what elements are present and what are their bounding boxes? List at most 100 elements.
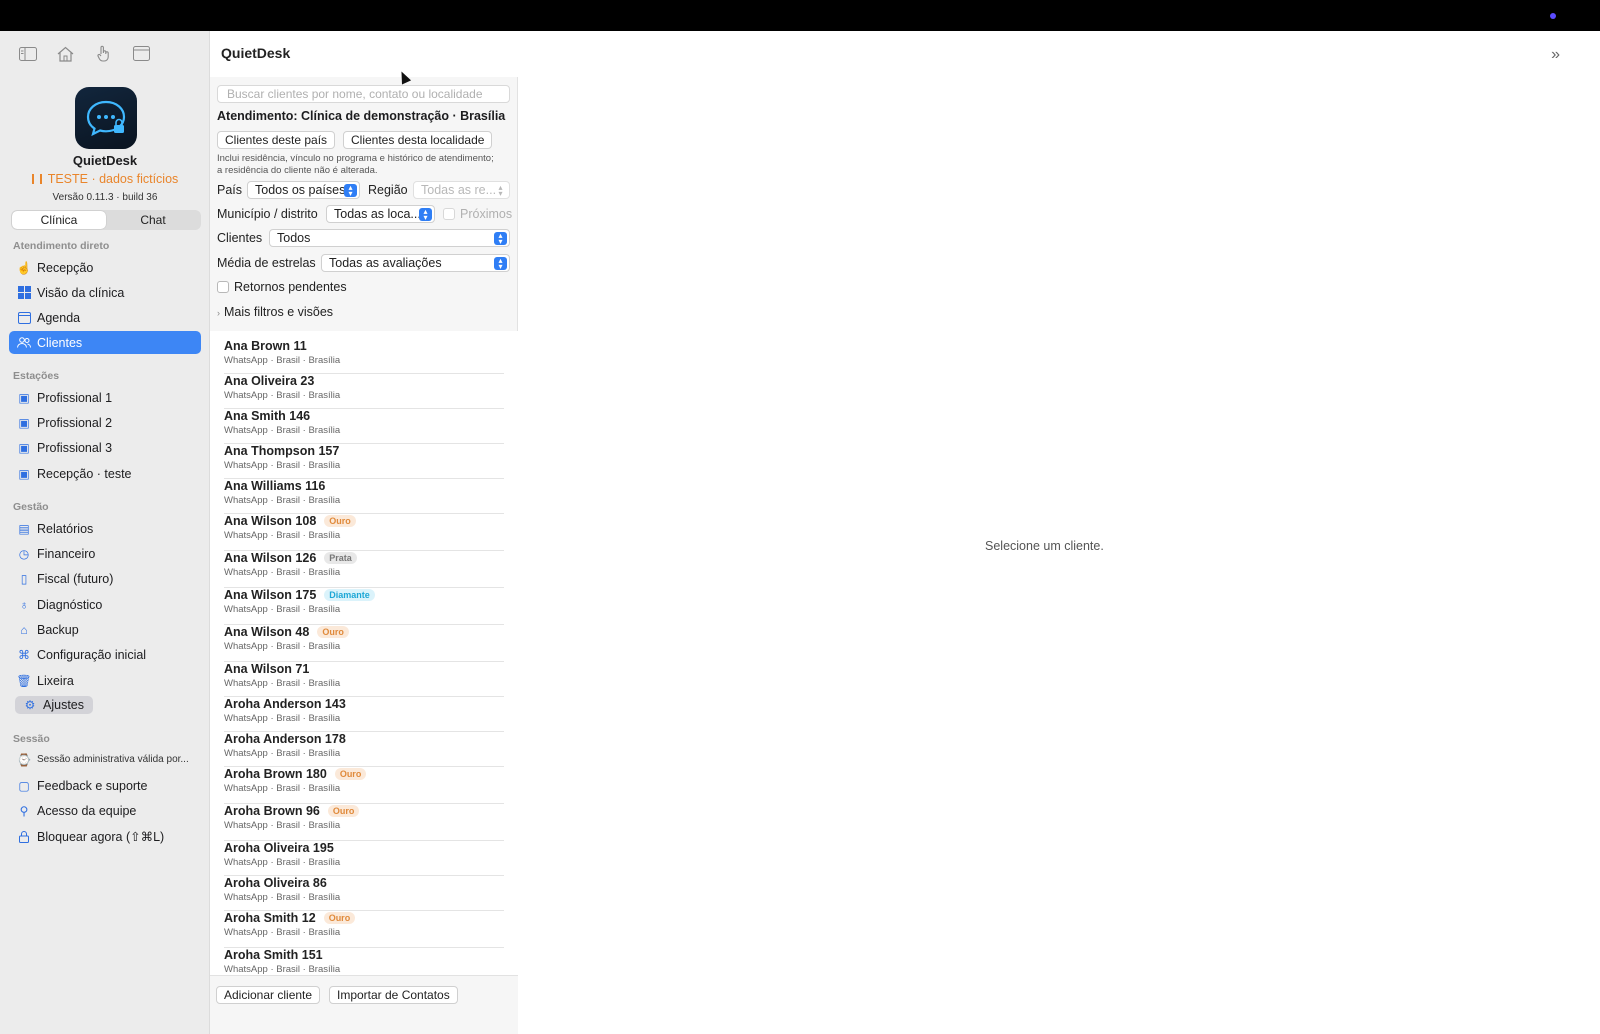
sidebar-item-label: Recepção <box>37 260 94 275</box>
add-client-button[interactable]: Adicionar cliente <box>216 986 321 1004</box>
client-row[interactable]: Ana Brown 11 WhatsApp · Brasil · Brasília <box>224 339 504 374</box>
sidebar-item-profissional-3[interactable]: ▣ Profissional 3 <box>9 436 201 459</box>
client-name-line: Aroha Smith 12 Ouro <box>224 911 504 925</box>
hand-point-icon[interactable] <box>94 45 113 62</box>
stars-select[interactable]: Todas as avaliações ▴ ▾ <box>321 254 510 272</box>
client-name: Ana Thompson 157 <box>224 444 340 458</box>
client-name-line: Aroha Anderson 143 <box>224 697 504 711</box>
sidebar-item-agenda[interactable]: Agenda <box>9 306 201 329</box>
client-row[interactable]: Ana Wilson 71 WhatsApp · Brasil · Brasíli… <box>224 662 504 697</box>
sidebar-item-financeiro[interactable]: ◷ Financeiro <box>9 542 201 565</box>
sidebar-item-ajustes[interactable]: ⚙ Ajustes <box>15 696 93 714</box>
client-row[interactable]: Ana Williams 116 WhatsApp · Brasil · Bras… <box>224 479 504 514</box>
client-name: Aroha Brown 96 <box>224 804 320 818</box>
clients-country-button[interactable]: Clientes deste país <box>217 131 336 149</box>
sidebar-item-relatorios[interactable]: ▤ Relatórios <box>9 517 201 540</box>
client-row[interactable]: Ana Wilson 126 Prata WhatsApp · Brasil · B… <box>224 551 504 588</box>
sidebar-item-bloquear[interactable]: Bloquear agora (⇧⌘L) <box>9 825 201 848</box>
municipality-select[interactable]: Todas as loca... ▴ ▾ <box>326 205 435 223</box>
more-filters-disclosure[interactable]: › Mais filtros e visões <box>217 305 333 319</box>
client-subtitle: WhatsApp · Brasil · Brasília <box>224 641 341 652</box>
sidebar-item-acesso-equipe[interactable]: ⚲ Acesso da equipe <box>9 799 201 822</box>
calendar-icon[interactable] <box>132 45 151 62</box>
region-label: Região <box>368 183 408 197</box>
client-row[interactable]: Aroha Anderson 143 WhatsApp · Brasil · Br… <box>224 697 504 732</box>
version-label: Versão 0.11.3 · build 36 <box>52 192 158 203</box>
client-name: Aroha Smith 12 <box>224 911 316 925</box>
person-badge-icon: ▣ <box>18 415 30 430</box>
segment-clinica[interactable]: Clínica <box>12 211 106 229</box>
person-badge-icon: ▣ <box>18 466 30 481</box>
sidebar-item-label: Feedback e suporte <box>37 778 148 793</box>
client-name: Aroha Oliveira 86 <box>224 876 327 890</box>
client-subtitle: WhatsApp · Brasil · Brasília <box>224 604 341 615</box>
search-input[interactable] <box>217 85 510 103</box>
client-row[interactable]: Ana Wilson 48 Ouro WhatsApp · Brasil · Bra… <box>224 625 504 662</box>
sidebar-item-profissional-2[interactable]: ▣ Profissional 2 <box>9 411 201 434</box>
import-contacts-button[interactable]: Importar de Contatos <box>329 986 458 1004</box>
app-logo <box>75 87 137 149</box>
sidebar-item-label: Ajustes <box>43 698 84 712</box>
section-title-estacoes: Estações <box>13 370 60 382</box>
client-row[interactable]: Aroha Brown 96 Ouro WhatsApp · Brasil · Br… <box>224 804 504 841</box>
client-name-line: Ana Wilson 71 <box>224 662 504 676</box>
client-name: Ana Wilson 71 <box>224 662 310 676</box>
client-name: Aroha Anderson 143 <box>224 697 346 711</box>
sidebar-item-configuracao[interactable]: ⌘ Configuração inicial <box>9 643 201 666</box>
clients-locality-button[interactable]: Clientes desta localidade <box>343 131 493 149</box>
client-actions-bar: Adicionar cliente Importar de Contatos <box>210 975 518 1034</box>
client-subtitle: WhatsApp · Brasil · Brasília <box>224 927 341 938</box>
sidebar-item-clientes[interactable]: Clientes <box>9 331 201 354</box>
sidebar-item-profissional-1[interactable]: ▣ Profissional 1 <box>9 386 201 409</box>
client-name-line: Aroha Smith 151 <box>224 948 504 962</box>
client-name-line: Aroha Oliveira 86 <box>224 876 504 890</box>
sidebar-item-backup[interactable]: ⌂ Backup <box>9 618 201 641</box>
sidebar-toggle-icon[interactable] <box>18 45 37 62</box>
chevron-right-icon: › <box>217 308 220 318</box>
graduation-icon: ⌘ <box>18 647 30 662</box>
client-name-line: Ana Oliveira 23 <box>224 374 504 388</box>
segment-chat[interactable]: Chat <box>106 211 200 229</box>
client-name-line: Aroha Oliveira 195 <box>224 841 504 855</box>
country-select[interactable]: Todos os países ▴ ▾ <box>247 181 360 199</box>
tier-badge: Ouro <box>327 805 360 817</box>
client-row[interactable]: Aroha Oliveira 195 WhatsApp · Brasil · Br… <box>224 841 504 876</box>
sidebar-item-label: Agenda <box>37 310 81 325</box>
sidebar-item-feedback[interactable]: ▢ Feedback e suporte <box>9 774 201 797</box>
sidebar-item-label: Sessão administrativa válida por... <box>37 754 189 765</box>
client-row[interactable]: Ana Thompson 157 WhatsApp · Brasil · Bras… <box>224 444 504 479</box>
sidebar-toolbar <box>18 45 151 62</box>
sidebar-item-sessao-admin[interactable]: ⌚ Sessão administrativa válida por... <box>9 748 201 771</box>
sidebar-item-recepcao-teste[interactable]: ▣ Recepção · teste <box>9 462 201 485</box>
pending-returns-checkbox[interactable] <box>217 281 229 293</box>
region-select[interactable]: Todas as re... ▴ ▾ <box>413 181 510 199</box>
client-name: Ana Wilson 175 <box>224 588 317 602</box>
client-row[interactable]: Aroha Oliveira 86 WhatsApp · Brasil · Bra… <box>224 876 504 911</box>
sidebar-item-lixeira[interactable]: 🗑 Lixeira <box>9 669 201 692</box>
chevron-updown-icon: ▴ ▾ <box>344 184 357 198</box>
nearby-checkbox[interactable] <box>443 208 455 220</box>
home-icon[interactable] <box>56 45 75 62</box>
client-subtitle: WhatsApp · Brasil · Brasília <box>224 567 341 578</box>
client-row[interactable]: Ana Wilson 108 Ouro WhatsApp · Brasil · Br… <box>224 514 504 551</box>
client-row[interactable]: Aroha Brown 180 Ouro WhatsApp · Brasil · B… <box>224 767 504 804</box>
drive-icon: ⌂ <box>20 622 28 637</box>
speech-bubble-icon: ▢ <box>18 778 30 793</box>
client-name: Ana Smith 146 <box>224 409 311 423</box>
sidebar-item-label: Financeiro <box>37 546 96 561</box>
chevron-double-right-icon[interactable]: » <box>1551 46 1560 64</box>
client-row[interactable]: Aroha Smith 12 Ouro WhatsApp · Brasil · Br… <box>224 911 504 948</box>
sidebar-item-visao-clinica[interactable]: Visão da clínica <box>9 281 201 304</box>
stethoscope-icon: ♁ <box>19 597 29 612</box>
client-row[interactable]: Ana Oliveira 23 WhatsApp · Brasil · Brasí… <box>224 374 504 409</box>
client-row[interactable]: Ana Wilson 175 Diamante WhatsApp · Brasil … <box>224 588 504 625</box>
client-row[interactable]: Ana Smith 146 WhatsApp · Brasil · Brasíli… <box>224 409 504 444</box>
person-key-icon: ⚲ <box>19 803 29 818</box>
sidebar-item-fiscal[interactable]: ▯ Fiscal (futuro) <box>9 567 201 590</box>
client-row[interactable]: Aroha Anderson 178 WhatsApp · Brasil · Br… <box>224 732 504 767</box>
client-name: Ana Wilson 126 <box>224 551 317 565</box>
sidebar-item-recepcao[interactable]: ☝ Recepção <box>9 256 201 279</box>
sidebar-item-diagnostico[interactable]: ♁ Diagnóstico <box>9 593 201 616</box>
clients-filter-select[interactable]: Todos ▴ ▾ <box>269 229 510 247</box>
client-row[interactable]: Aroha Smith 151 WhatsApp · Brasil · Brasí… <box>224 948 504 975</box>
